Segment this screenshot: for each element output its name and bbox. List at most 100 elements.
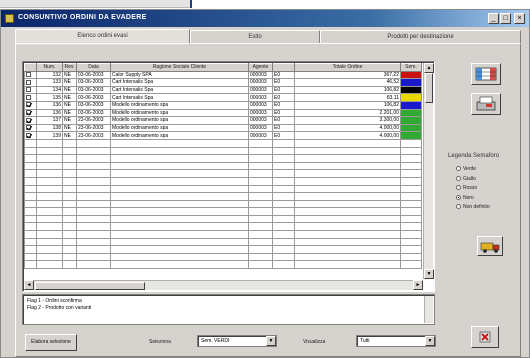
empty-cell <box>62 252 77 262</box>
table-row-empty[interactable] <box>24 154 422 163</box>
row-checkbox[interactable] <box>26 72 31 78</box>
close-button[interactable]: × <box>514 13 525 24</box>
row-checkbox[interactable] <box>26 94 31 100</box>
row-checkbox[interactable] <box>26 125 31 131</box>
legend-option[interactable]: Nero <box>456 195 474 201</box>
export-excel-button[interactable] <box>471 63 501 85</box>
table-row-empty[interactable] <box>24 199 422 209</box>
row-checkbox-cell[interactable] <box>24 100 37 110</box>
cell-ag2: E0 <box>272 85 295 95</box>
row-checkbox[interactable] <box>26 102 31 108</box>
row-checkbox-cell[interactable] <box>24 131 37 140</box>
table-row[interactable]: 136 NE 03-06-2003 Modello ordinamento spa 00… <box>24 100 422 110</box>
table-row[interactable]: 136 NE 03-06-2003 Modello ordinamento spa 00… <box>24 108 422 118</box>
empty-cell <box>400 207 422 216</box>
empty-cell <box>62 154 77 163</box>
table-row-empty[interactable] <box>24 146 422 156</box>
table-row[interactable]: 132 NE 03-06-2003 Calor Supply SPA 000003 E0 3… <box>24 70 422 80</box>
table-row-empty[interactable] <box>24 176 422 186</box>
scroll-up-button[interactable]: ▲ <box>424 63 434 73</box>
table-row[interactable]: 139 NE 23-06-2003 Modello ordinamento spa 00… <box>24 131 422 140</box>
radio-button[interactable] <box>456 185 461 191</box>
row-checkbox[interactable] <box>26 132 31 138</box>
scroll-thumb-vertical[interactable] <box>425 73 433 103</box>
empty-cell <box>400 192 422 201</box>
table-row-empty[interactable] <box>24 192 422 201</box>
chevron-down-icon[interactable]: ▼ <box>425 336 435 346</box>
table-row-empty[interactable] <box>24 245 422 254</box>
radio-button[interactable] <box>456 166 461 172</box>
empty-cell <box>400 245 422 254</box>
row-checkbox-cell[interactable] <box>24 85 37 95</box>
legend-option[interactable]: Rosso <box>456 185 477 191</box>
notes-scrollbar[interactable] <box>424 296 433 323</box>
row-checkbox-cell[interactable] <box>24 116 37 125</box>
minimize-button[interactable]: _ <box>488 13 499 24</box>
table-row[interactable]: 133 NE 03-06-2003 Cart Intersalis Spa 000003… <box>24 78 422 87</box>
row-checkbox[interactable] <box>26 87 31 93</box>
radio-button[interactable] <box>456 175 461 181</box>
legend-option[interactable]: Verde <box>456 166 476 172</box>
legend-option[interactable]: Non definito <box>456 204 490 210</box>
grid-horizontal-scrollbar[interactable]: ◄ ► <box>24 280 423 290</box>
chevron-down-icon[interactable]: ▼ <box>266 336 276 346</box>
process-selection-button[interactable]: Elabora selezione <box>25 334 77 351</box>
semaphore-cell <box>400 131 422 140</box>
col-header-rev[interactable]: Rev. <box>62 63 77 72</box>
col-header-check[interactable] <box>24 63 37 72</box>
row-checkbox-cell[interactable] <box>24 108 37 118</box>
row-checkbox[interactable] <box>26 110 31 116</box>
scroll-down-button[interactable]: ▼ <box>424 269 434 279</box>
row-checkbox-cell[interactable] <box>24 70 37 80</box>
print-button[interactable] <box>471 93 501 115</box>
table-row-empty[interactable] <box>24 222 422 232</box>
notes-box[interactable]: Flag 1 - Ordini sconfirma Flag 2 - Prodo… <box>22 294 435 325</box>
legend-option[interactable]: Giallo <box>456 176 476 182</box>
exit-button[interactable] <box>471 326 499 348</box>
tab-outcome[interactable]: Esito <box>190 30 320 44</box>
scroll-right-button[interactable]: ► <box>413 280 423 290</box>
table-row[interactable]: 137 NE 23-06-2003 Modello ordinamento spa 00… <box>24 116 422 125</box>
table-row[interactable]: 135 NE 03-06-2003 Cart Intersalis Spa 000003… <box>24 93 422 102</box>
row-checkbox-cell[interactable] <box>24 78 37 87</box>
tab-products[interactable]: Prodotti per destinazione <box>320 30 521 44</box>
col-header-num[interactable]: Num. <box>36 63 63 72</box>
table-row-empty[interactable] <box>24 237 422 247</box>
maximize-button[interactable]: □ <box>500 13 511 24</box>
table-row[interactable]: 138 NE 23-06-2003 Modello ordinamento spa 00… <box>24 123 422 133</box>
empty-cell <box>36 245 63 254</box>
radio-button[interactable] <box>456 194 461 200</box>
table-row-empty[interactable] <box>24 184 422 194</box>
table-row-empty[interactable] <box>24 260 422 270</box>
empty-cell <box>24 199 37 209</box>
table-row-empty[interactable] <box>24 230 422 239</box>
table-row-empty[interactable] <box>24 169 422 178</box>
empty-cell <box>248 138 273 148</box>
table-row-empty[interactable] <box>24 207 422 216</box>
col-header-semaphore[interactable]: Sem. <box>400 63 422 72</box>
table-row[interactable]: 134 NE 03-06-2003 Cart Intersalis Spa 000003… <box>24 85 422 95</box>
row-checkbox[interactable] <box>26 117 31 123</box>
col-header-total[interactable]: Totale Ordine <box>294 63 401 72</box>
col-header-client[interactable]: Ragione Sociale Cliente <box>110 63 249 72</box>
filter-select[interactable]: Sem. VERDI ▼ <box>197 335 277 347</box>
table-row-empty[interactable] <box>24 252 422 262</box>
row-checkbox-cell[interactable] <box>24 93 37 102</box>
row-checkbox-cell[interactable] <box>24 123 37 133</box>
table-row-empty[interactable] <box>24 138 422 148</box>
truck-dispatch-button[interactable] <box>477 236 503 256</box>
row-checkbox[interactable] <box>26 79 31 85</box>
col-header-agent[interactable]: Agente <box>248 63 273 72</box>
col-header-date[interactable]: Data <box>76 63 111 72</box>
radio-button[interactable] <box>456 204 461 210</box>
scroll-thumb-horizontal[interactable] <box>35 282 145 290</box>
table-row-empty[interactable] <box>24 161 422 171</box>
scroll-left-button[interactable]: ◄ <box>24 280 34 290</box>
view-select-value: Tutti <box>360 338 370 344</box>
orders-grid[interactable]: Num. Rev. Data Ragione Sociale Cliente A… <box>22 61 435 292</box>
table-row-empty[interactable] <box>24 214 422 224</box>
view-select[interactable]: Tutti ▼ <box>356 335 436 347</box>
empty-cell <box>76 237 111 247</box>
col-header-agent2[interactable] <box>272 63 295 72</box>
grid-vertical-scrollbar[interactable]: ▲ ▼ <box>423 63 434 279</box>
